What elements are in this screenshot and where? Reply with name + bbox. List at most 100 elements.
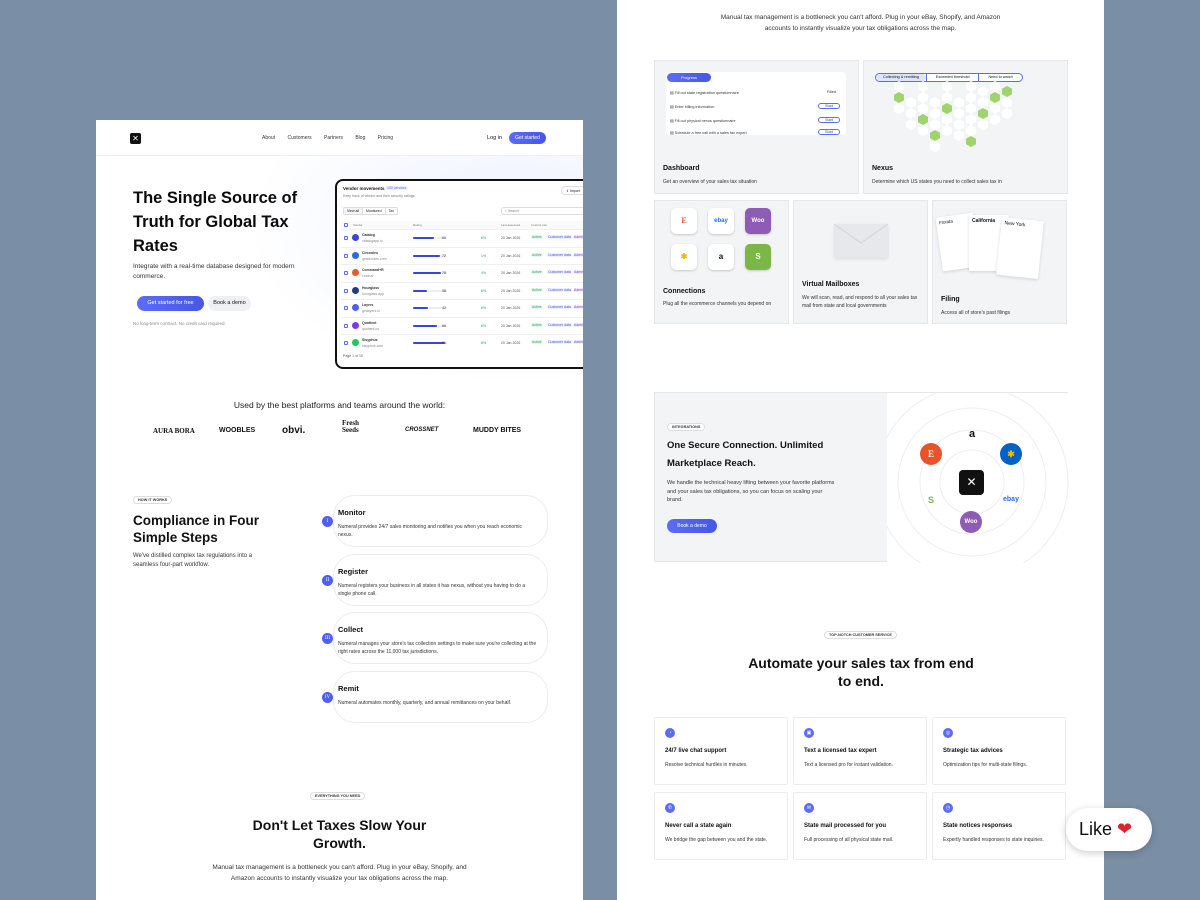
state-hex [906, 97, 916, 108]
hero-title: The Single Source of Truth for Global Ta… [133, 189, 298, 255]
step-title: Register [338, 567, 369, 576]
customer-service-pill: TOP-NOTCH CUSTOMER SERVICE [824, 631, 897, 639]
rating-bar [413, 342, 446, 344]
row-checkbox[interactable] [344, 236, 348, 240]
task-label: Fill out physical nexus questionnaire [674, 119, 736, 123]
state-hex [906, 108, 916, 119]
vendor-row[interactable]: Command+R cmdr.ai 78 4% 20 Jan 2026 Active Cus… [341, 264, 583, 281]
vendor-count-badge: 100 vendors [385, 186, 409, 190]
state-hex [894, 103, 904, 114]
top-nav: ✕ About Customers Partners Blog Pricing … [96, 120, 583, 156]
import-button[interactable]: ⇪ Import [561, 186, 583, 195]
rating-score: 91 [442, 341, 446, 345]
landing-page-left: ✕ About Customers Partners Blog Pricing … [96, 120, 583, 900]
state-hex [942, 103, 952, 114]
everything-title: Don't Let Taxes Slow Your Growth. [252, 817, 427, 851]
tag-customer-data: Customer data [547, 235, 572, 239]
state-hex [966, 114, 976, 125]
start-button[interactable]: Start [818, 117, 840, 123]
col-vendor: Vendor [353, 223, 363, 227]
tab-view-all[interactable]: View all [344, 208, 362, 214]
vendor-row[interactable]: Circooles getcirooles.com 72 1% 20 Jan 2026 A… [341, 246, 583, 264]
feature-title: Text a licensed tax expert [804, 748, 877, 754]
login-link[interactable]: Log in [487, 135, 502, 141]
feature-description: We bridge the gap between you and the st… [665, 837, 768, 843]
chat-icon: ◔ [665, 728, 675, 738]
walmart-icon: ✱ [1000, 443, 1022, 465]
tag-admin: Admin [573, 322, 583, 327]
vendor-row[interactable]: Quotient quotient.co 66 8% 20 Jan 2026 Active… [341, 316, 583, 334]
row-checkbox[interactable] [344, 271, 348, 275]
select-all-checkbox[interactable] [344, 223, 348, 227]
row-checkbox[interactable] [344, 253, 348, 258]
vendor-dashboard-mockup: Vendor movements 100 vendors Keep track … [335, 179, 583, 369]
vendor-site: sisyphus.com [362, 344, 384, 348]
mockup-subtitle: Keep track of vendor and their security … [343, 194, 416, 198]
integrations-book-demo-button[interactable]: Book a demo [667, 519, 717, 533]
state-hex [930, 108, 940, 119]
state-hex [918, 81, 928, 92]
tab-tax[interactable]: Tax [384, 208, 397, 214]
step-description: Numeral automates monthly, quarterly, an… [338, 700, 512, 706]
get-started-button[interactable]: Get started [509, 132, 546, 144]
progress-tab[interactable]: Progress [667, 73, 711, 82]
tab-collecting[interactable]: Collecting & remitting [876, 74, 926, 81]
row-checkbox[interactable] [344, 323, 348, 328]
row-checkbox[interactable] [344, 306, 348, 310]
get-started-free-button[interactable]: Get started for free [137, 296, 204, 311]
task-row: ▤ Fill out physical nexus questionnaire S… [670, 117, 842, 123]
vendor-site: cmdr.ai [362, 274, 374, 278]
vendor-row[interactable]: Catalog catalogapp.io 60 8% 20 Jan 2026 Activ… [341, 229, 583, 246]
service-title: Automate your sales tax from end to end. [748, 655, 974, 689]
rating-change: 4% [481, 271, 487, 275]
vendor-name: Sisyphus [362, 338, 378, 342]
vendor-name: Catalog [362, 233, 375, 237]
tag-active: Active [531, 305, 543, 309]
rating-change: 6% [481, 306, 487, 310]
like-label: Like [1079, 819, 1113, 839]
tab-exceeded[interactable]: Exceeded threshold [925, 74, 979, 81]
book-demo-button[interactable]: Book a demo [208, 296, 251, 311]
everything-you-need-pill: EVERYTHING YOU NEED [310, 792, 366, 800]
row-checkbox[interactable] [344, 341, 348, 345]
card-title: Filing [941, 296, 960, 303]
vendor-site: catalogapp.io [362, 239, 383, 243]
etsy-icon: E [920, 443, 942, 465]
vendor-name: Hourglass [362, 285, 380, 290]
state-hex [1002, 86, 1012, 97]
task-row: ▤ Schedule a free call with a sales tax … [670, 129, 842, 135]
nav-link-customers[interactable]: Customers [287, 135, 311, 141]
shopify-icon: S [927, 495, 934, 505]
mockup-search-input[interactable]: ⌕ Search [501, 207, 583, 215]
tab-watch[interactable]: Need to watch [978, 74, 1021, 81]
etsy-icon: E [671, 208, 697, 234]
steps-subtitle: We've distilled complex tax regulations … [133, 553, 253, 568]
logo[interactable]: ✕ [130, 133, 141, 144]
task-row: ▤ Fill out state registration questionna… [670, 90, 842, 95]
intro-text: Manual tax management is a bottleneck yo… [720, 14, 1001, 32]
progress-widget: Progress ▤ Fill out state registration q… [666, 72, 846, 135]
step-collect: III Collect Numeral manages your store's… [322, 612, 548, 664]
feature-card: ◎ Strategic tax advices Optimization tip… [932, 717, 1066, 785]
tab-monitored[interactable]: Monitored [362, 208, 385, 214]
start-button[interactable]: Start [818, 129, 840, 135]
vendor-row[interactable]: Sisyphus sisyphus.com 91 8% 20 Jan 2026 Activ… [341, 334, 583, 351]
nav-link-blog[interactable]: Blog [355, 135, 365, 141]
vendor-row[interactable]: Hourglass hourglass.app 38 8% 20 Jan 2026 Act… [341, 281, 583, 299]
shopify-icon: S [745, 244, 771, 270]
like-button[interactable]: Like ❤ [1066, 808, 1152, 851]
feature-card: ◔ 24/7 live chat support Resolve technic… [654, 717, 788, 785]
nav-link-partners[interactable]: Partners [324, 135, 343, 141]
logo-obvi: obvi. [282, 425, 306, 436]
nav-link-about[interactable]: About [262, 135, 275, 141]
tag-admin: Admin [573, 305, 583, 309]
row-checkbox[interactable] [344, 288, 348, 293]
tag-customer-data: Customer data [547, 322, 572, 327]
nav-link-pricing[interactable]: Pricing [378, 135, 393, 141]
start-button[interactable]: Start [818, 103, 840, 109]
vendor-row[interactable]: Layers getlayers.io 42 6% 20 Jan 2026 Active C… [341, 299, 583, 316]
mockup-pagination: Page 1 of 10 [343, 354, 363, 358]
integrations-pill: INTEGRATIONS [667, 423, 706, 431]
mockup-title: Vendor movements [343, 186, 385, 191]
vendor-site: getcirooles.com [362, 256, 387, 261]
